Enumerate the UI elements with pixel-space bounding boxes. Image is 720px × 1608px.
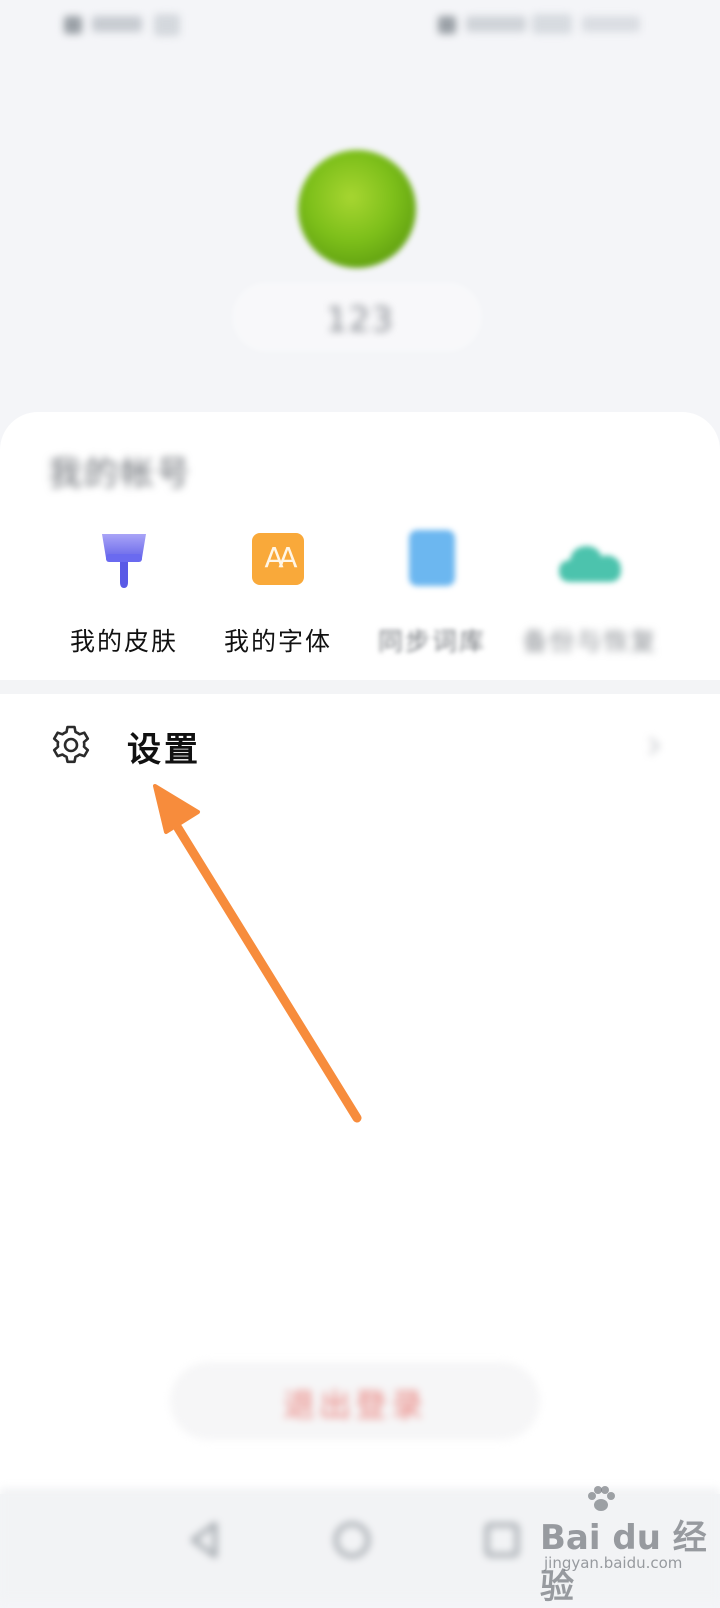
account-section-title: 我的帐号: [48, 454, 192, 494]
feature-my-font[interactable]: AA 我的字体: [198, 530, 358, 660]
carrier-indicator: [92, 16, 142, 32]
section-divider: [0, 680, 720, 694]
status-bar-left: [58, 10, 188, 40]
profile-header: 123: [0, 60, 720, 400]
avatar[interactable]: [298, 150, 416, 268]
status-bar-right: [432, 10, 647, 40]
feature-label: 我的字体: [223, 627, 332, 656]
notification-icon: [438, 16, 456, 34]
feature-my-skin[interactable]: 我的皮肤: [44, 530, 204, 660]
home-icon[interactable]: [322, 1510, 382, 1570]
username: 123: [326, 300, 394, 340]
back-icon[interactable]: [175, 1510, 235, 1570]
cloud-icon: [559, 546, 621, 582]
feature-label: 同步词库: [377, 627, 486, 656]
logout-button[interactable]: 退出登录: [170, 1362, 540, 1440]
account-card: 我的帐号 我的皮肤 AA 我的字体 同步词库 备份与恢复: [0, 412, 720, 680]
feature-backup-restore[interactable]: 备份与恢复: [510, 530, 670, 660]
battery-icon: [532, 14, 572, 34]
status-bar: [0, 0, 720, 50]
settings-label: 设置: [127, 730, 201, 770]
logout-label: 退出登录: [282, 1387, 427, 1423]
feature-sync-dictionary[interactable]: 同步词库: [352, 530, 512, 660]
font-aa-icon: AA: [252, 533, 304, 585]
settings-row[interactable]: 设置: [0, 694, 720, 804]
sync-book-icon: [409, 530, 455, 586]
baidu-jingyan-watermark: Bai du 经验 jingyan.baidu.com: [540, 1486, 715, 1607]
recent-apps-icon[interactable]: [472, 1510, 532, 1570]
chevron-right-icon: [648, 736, 661, 756]
network-speed-indicator: [466, 16, 526, 32]
clock-indicator: [582, 16, 640, 32]
gear-icon: [52, 725, 90, 764]
paw-icon: [588, 1486, 615, 1511]
feature-label: 备份与恢复: [522, 627, 658, 656]
paint-brush-icon: [102, 534, 146, 588]
wifi-icon: [154, 14, 180, 36]
signal-icon: [64, 16, 82, 34]
feature-label: 我的皮肤: [69, 627, 178, 656]
watermark-url: jingyan.baidu.com: [544, 1554, 683, 1572]
